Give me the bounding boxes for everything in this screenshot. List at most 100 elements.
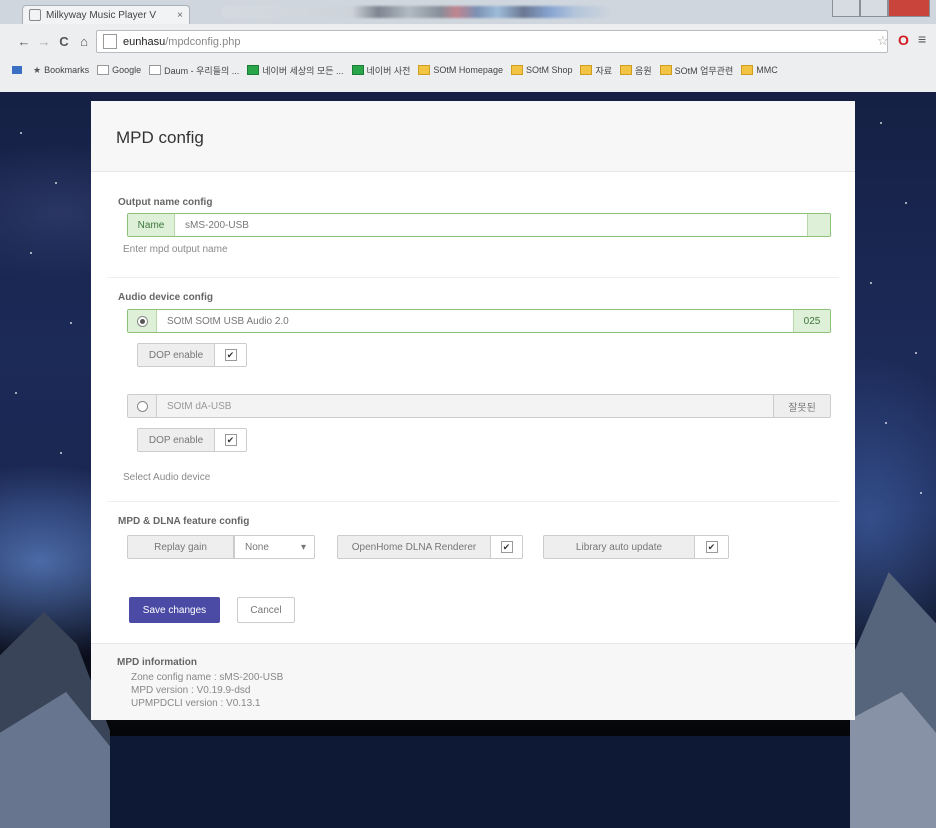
library-update-checkbox[interactable]: ✔: [705, 541, 718, 553]
browser-chrome: Milkyway Music Player V × ← → C ⌂ eunhas…: [0, 0, 936, 93]
info-upmpdcli-version: UPMPDCLI version : V0.13.1: [131, 698, 261, 709]
star: [55, 182, 57, 184]
folder-icon: [741, 65, 754, 75]
bookmark-item[interactable]: 자료: [580, 64, 612, 77]
bookmarks-bar: ★ Bookmarks Google Daum - 우리들의 ... 네이버 세상…: [0, 60, 936, 80]
replay-gain-group[interactable]: Replay gain None ▾: [127, 535, 315, 559]
address-bar[interactable]: eunhasu /mpdconfig.php ☆: [96, 30, 889, 53]
maximize-button[interactable]: [860, 0, 888, 17]
bookmark-item[interactable]: SOtM 업무관련: [659, 64, 733, 77]
star: [870, 282, 872, 284]
device-1-radio-addon[interactable]: [128, 310, 157, 332]
green-icon: [247, 65, 260, 75]
menu-icon[interactable]: ≡: [918, 31, 926, 47]
folder-icon: [659, 65, 672, 75]
output-name-status: [807, 214, 830, 236]
device-1-name: SOtM SOtM USB Audio 2.0: [157, 310, 793, 332]
star-icon: ★: [33, 64, 42, 75]
forward-icon[interactable]: →: [34, 34, 54, 49]
info-mpd-version: MPD version : V0.19.9-dsd: [131, 685, 251, 696]
bookmark-star-icon[interactable]: ☆: [877, 33, 889, 48]
star: [70, 322, 72, 324]
mpd-information-footer: MPD information Zone config name : sMS-2…: [91, 643, 855, 720]
divider: [107, 277, 839, 278]
blurred-tabs: [222, 6, 742, 18]
info-title: MPD information: [117, 657, 197, 668]
star: [880, 122, 882, 124]
library-update-group[interactable]: Library auto update ✔: [543, 535, 729, 559]
apps-icon[interactable]: [12, 66, 25, 74]
output-help-text: Enter mpd output name: [123, 244, 228, 255]
folder-icon: [620, 65, 633, 75]
openhome-group[interactable]: OpenHome DLNA Renderer ✔: [337, 535, 523, 559]
bookmark-item[interactable]: 음원: [620, 64, 652, 77]
star: [920, 492, 922, 494]
page-title: MPD config: [116, 128, 204, 147]
device-2-dop-group[interactable]: DOP enable ✔: [137, 428, 247, 452]
bookmark-item[interactable]: Google: [97, 65, 141, 75]
star: [15, 392, 17, 394]
replay-gain-label: Replay gain: [128, 536, 234, 558]
output-name-group: Name sMS-200-USB: [127, 213, 831, 237]
browser-tab[interactable]: Milkyway Music Player V ×: [22, 5, 190, 24]
reload-icon[interactable]: C: [54, 34, 74, 49]
device-1-badge: 025: [793, 310, 830, 332]
replay-gain-select[interactable]: None ▾: [234, 536, 314, 558]
back-icon[interactable]: ←: [14, 34, 34, 49]
star: [30, 252, 32, 254]
close-window-button[interactable]: [888, 0, 930, 17]
page-icon: [149, 65, 162, 75]
device-1-dop-group[interactable]: DOP enable ✔: [137, 343, 247, 367]
radio-unselected-icon[interactable]: [136, 400, 148, 412]
page-icon: [97, 65, 110, 75]
tab-title: Milkyway Music Player V: [46, 9, 157, 21]
close-tab-icon[interactable]: ×: [177, 10, 183, 21]
output-section-label: Output name config: [118, 197, 213, 208]
bookmark-item[interactable]: 네이버 사전: [351, 64, 410, 77]
page-icon: [103, 34, 117, 49]
device-1-dop-label: DOP enable: [138, 344, 215, 366]
panel-header: MPD config: [91, 101, 855, 172]
cancel-button[interactable]: Cancel: [237, 597, 295, 623]
tab-bar: Milkyway Music Player V ×: [0, 0, 936, 24]
folder-icon: [580, 65, 593, 75]
bookmark-item[interactable]: ★ Bookmarks: [33, 65, 89, 76]
audio-section-label: Audio device config: [118, 292, 214, 303]
star: [60, 452, 62, 454]
green-icon: [351, 65, 364, 75]
device-2-dop-label: DOP enable: [138, 429, 215, 451]
openhome-label: OpenHome DLNA Renderer: [338, 536, 491, 558]
device-1-dop-checkbox[interactable]: ✔: [224, 349, 237, 361]
audio-device-row-1[interactable]: SOtM SOtM USB Audio 2.0 025: [127, 309, 831, 333]
bookmark-item[interactable]: 네이버 세상의 모든 ...: [247, 64, 344, 77]
bookmark-item[interactable]: SOtM Shop: [510, 65, 572, 75]
features-section-label: MPD & DLNA feature config: [118, 516, 250, 527]
device-2-name: SOtM dA-USB: [157, 395, 773, 417]
star: [20, 132, 22, 134]
home-icon[interactable]: ⌂: [74, 34, 94, 49]
info-zone-name: Zone config name : sMS-200-USB: [131, 672, 284, 683]
bookmark-item[interactable]: Daum - 우리들의 ...: [149, 64, 239, 77]
chevron-down-icon: ▾: [300, 541, 306, 553]
url-path: /mpdconfig.php: [165, 35, 241, 48]
openhome-checkbox[interactable]: ✔: [500, 541, 513, 553]
star: [905, 202, 907, 204]
bookmark-item[interactable]: MMC: [741, 65, 778, 75]
device-2-radio-addon[interactable]: [128, 395, 157, 417]
star: [885, 422, 887, 424]
audio-device-row-2[interactable]: SOtM dA-USB 잘못된: [127, 394, 831, 418]
output-name-input[interactable]: sMS-200-USB: [175, 214, 807, 236]
bookmark-item[interactable]: SOtM Homepage: [418, 65, 503, 75]
page-icon: [29, 9, 41, 21]
device-2-dop-checkbox[interactable]: ✔: [224, 434, 237, 446]
folder-icon: [510, 65, 523, 75]
mpd-config-panel: MPD config Output name config Name sMS-2…: [91, 101, 855, 720]
library-update-label: Library auto update: [544, 536, 695, 558]
save-changes-button[interactable]: Save changes: [129, 597, 220, 623]
minimize-button[interactable]: [832, 0, 860, 17]
radio-selected-icon[interactable]: [136, 315, 148, 327]
divider: [107, 501, 839, 502]
folder-icon: [418, 65, 431, 75]
name-addon: Name: [128, 214, 175, 236]
opera-icon[interactable]: O: [898, 32, 909, 48]
